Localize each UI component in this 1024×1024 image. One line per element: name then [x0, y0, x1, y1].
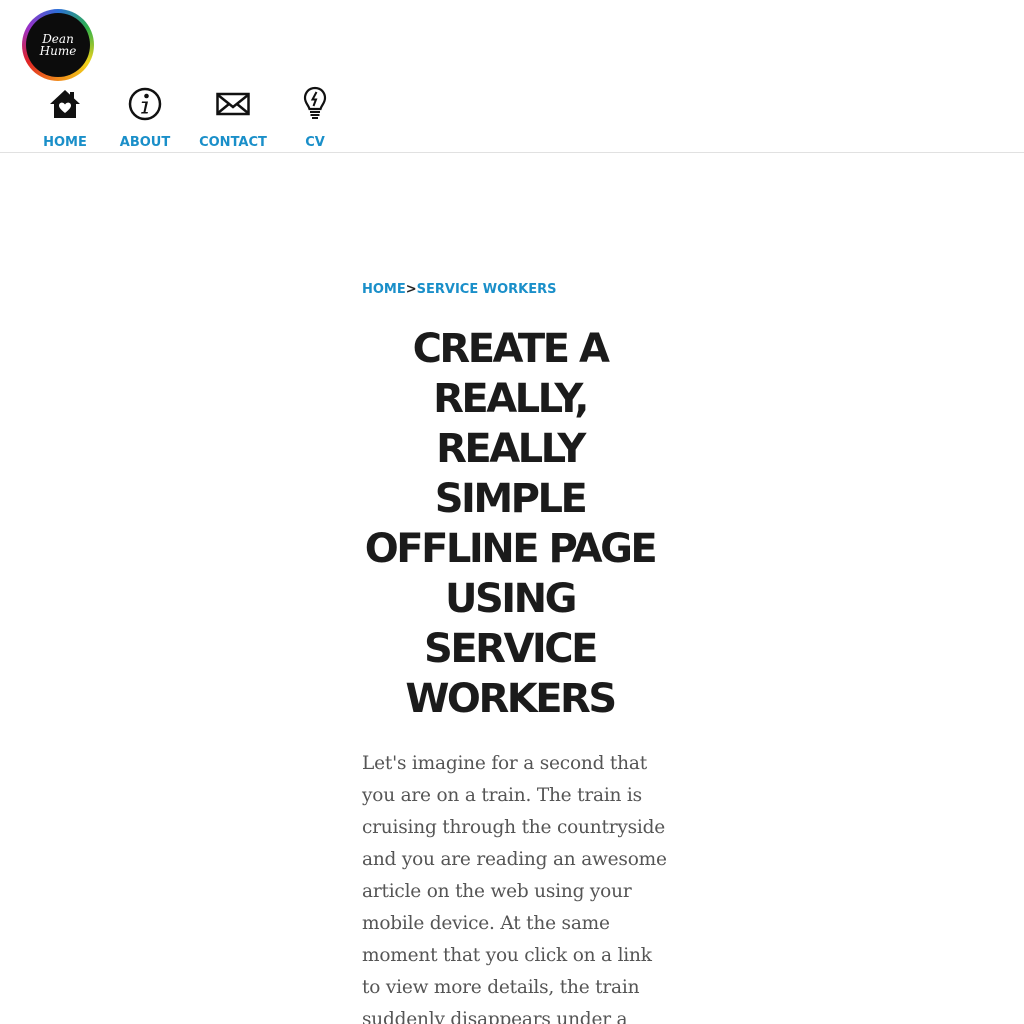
nav-item-contact[interactable]: CONTACT — [196, 86, 270, 150]
article: HOME>SERVICE WORKERS CREATE A REALLY, RE… — [362, 280, 667, 1024]
intro-line: moment that you click on a link — [362, 945, 652, 966]
title-line: WORKERS — [405, 676, 617, 722]
intro-line: Let's imagine for a second that — [362, 753, 647, 774]
nav-label-contact: CONTACT — [199, 135, 267, 150]
nav-label-about: ABOUT — [119, 135, 171, 150]
breadcrumb-home-link[interactable]: HOME — [362, 282, 406, 297]
title-line: CREATE A — [412, 326, 610, 372]
nav-item-home[interactable]: HOME — [38, 86, 92, 150]
nav-item-cv[interactable]: CV — [294, 86, 336, 150]
intro-line: article on the web using your — [362, 881, 632, 902]
article-intro: Let's imagine for a second that you are … — [362, 748, 667, 1024]
title-line: REALLY — [436, 426, 586, 472]
nav-item-about[interactable]: ABOUT — [116, 86, 174, 150]
site-logo[interactable]: Dean Hume — [22, 9, 94, 81]
logo-badge: Dean Hume — [26, 13, 90, 77]
breadcrumb: HOME>SERVICE WORKERS — [362, 280, 662, 300]
title-line: SIMPLE — [434, 476, 588, 522]
house-heart-icon — [47, 86, 83, 122]
intro-line: suddenly disappears under a — [362, 1009, 628, 1024]
title-line: USING — [445, 576, 577, 622]
title-line: OFFLINE PAGE — [364, 526, 658, 572]
info-icon — [127, 86, 163, 122]
breadcrumb-current-link[interactable]: SERVICE WORKERS — [417, 282, 557, 297]
title-line: REALLY, — [433, 376, 589, 422]
nav-label-cv: CV — [305, 135, 325, 150]
intro-line: cruising through the countryside — [362, 817, 666, 838]
intro-line: to view more details, the train — [362, 977, 640, 998]
intro-line: you are on a train. The train is — [362, 785, 642, 806]
main-nav: HOME ABOUT CONTACT CV — [0, 86, 360, 152]
site-header: Dean Hume HOME ABOUT CONTACT CV — [0, 0, 1024, 153]
nav-label-home: HOME — [43, 135, 87, 150]
lightbulb-icon — [297, 86, 333, 122]
intro-line: and you are reading an awesome — [362, 849, 667, 870]
envelope-icon — [215, 86, 251, 122]
title-line: SERVICE — [424, 626, 598, 672]
logo-text-line2: Hume — [39, 44, 77, 58]
breadcrumb-separator: > — [405, 282, 417, 297]
intro-line: mobile device. At the same — [362, 913, 610, 934]
article-title: CREATE A REALLY, REALLY SIMPLE OFFLINE P… — [358, 324, 662, 724]
